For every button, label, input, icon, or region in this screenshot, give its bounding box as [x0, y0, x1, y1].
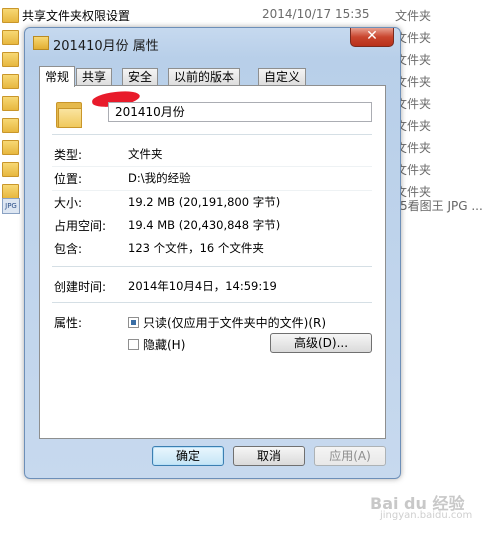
size-on-disk-value: 19.4 MB (20,430,848 字节) — [128, 218, 281, 232]
tab-customize[interactable]: 自定义 — [258, 68, 307, 86]
apply-button[interactable]: 应用(A) — [314, 446, 386, 466]
file-date: 2014/10/17 15:35 — [262, 7, 370, 21]
dialog-titlebar[interactable]: 201410月份 属性 ✕ — [25, 28, 400, 56]
size-on-disk-label: 占用空间: — [54, 219, 107, 233]
attributes-label: 属性: — [54, 316, 83, 330]
tab-sharing[interactable]: 共享 — [76, 68, 113, 86]
size-value: 19.2 MB (20,191,800 字节) — [128, 195, 281, 209]
tab-general[interactable]: 常规 — [39, 66, 76, 87]
cancel-button[interactable]: 取消 — [233, 446, 305, 466]
readonly-label[interactable]: 只读(仅应用于文件夹中的文件)(R) — [143, 314, 326, 331]
advanced-button[interactable]: 高级(D)... — [270, 333, 372, 353]
folder-name-input[interactable]: 201410月份 — [108, 102, 372, 122]
size-label: 大小: — [54, 196, 83, 210]
folder-icon — [2, 8, 19, 23]
file-row[interactable]: 共享文件夹权限设置 2014/10/17 15:35 文件夹 — [0, 4, 492, 26]
file-description: 5看图王 JPG ... — [400, 199, 483, 213]
close-button[interactable]: ✕ — [350, 28, 394, 47]
hidden-label[interactable]: 隐藏(H) — [143, 336, 185, 353]
file-type: 文件夹 — [395, 9, 432, 23]
readonly-checkbox[interactable] — [128, 317, 139, 328]
jpg-file-icon: JPG — [2, 198, 20, 214]
divider — [52, 302, 372, 303]
tab-previous-versions[interactable]: 以前的版本 — [168, 68, 241, 86]
dialog-title: 201410月份 属性 — [53, 39, 159, 54]
folder-icon — [33, 36, 49, 50]
location-label: 位置: — [54, 172, 83, 186]
created-value: 2014年10月4日，14:59:19 — [128, 279, 277, 293]
divider — [52, 266, 372, 267]
divider — [52, 190, 372, 191]
ok-button[interactable]: 确定 — [152, 446, 224, 466]
hidden-checkbox[interactable] — [128, 339, 139, 350]
watermark-logo: Bai du 经验 jingyan.baidu.com — [370, 490, 490, 530]
folder-icon — [2, 52, 19, 67]
contains-label: 包含: — [54, 242, 83, 256]
folder-icon — [2, 96, 19, 111]
type-label: 类型: — [54, 148, 83, 162]
close-icon: ✕ — [366, 28, 378, 44]
divider — [52, 134, 372, 135]
folder-icon — [2, 118, 19, 133]
properties-dialog: 201410月份 属性 ✕ 常规 共享 安全 以前的版本 自定义 201410月… — [24, 27, 401, 479]
divider — [52, 166, 372, 167]
watermark-url: jingyan.baidu.com — [380, 510, 473, 521]
file-name: 共享文件夹权限设置 — [22, 9, 131, 23]
folder-icon — [2, 162, 19, 177]
general-tab-panel: 201410月份 类型: 文件夹 位置: D:\我的经验 大小: 19.2 MB… — [39, 85, 386, 439]
tab-security[interactable]: 安全 — [122, 68, 159, 86]
contains-value: 123 个文件，16 个文件夹 — [128, 241, 264, 255]
created-label: 创建时间: — [54, 280, 107, 294]
location-value: D:\我的经验 — [128, 171, 191, 185]
folder-icon — [2, 74, 19, 89]
folder-icon — [2, 140, 19, 155]
folder-icon — [56, 100, 82, 128]
type-value: 文件夹 — [128, 147, 163, 161]
folder-icon — [2, 30, 19, 45]
